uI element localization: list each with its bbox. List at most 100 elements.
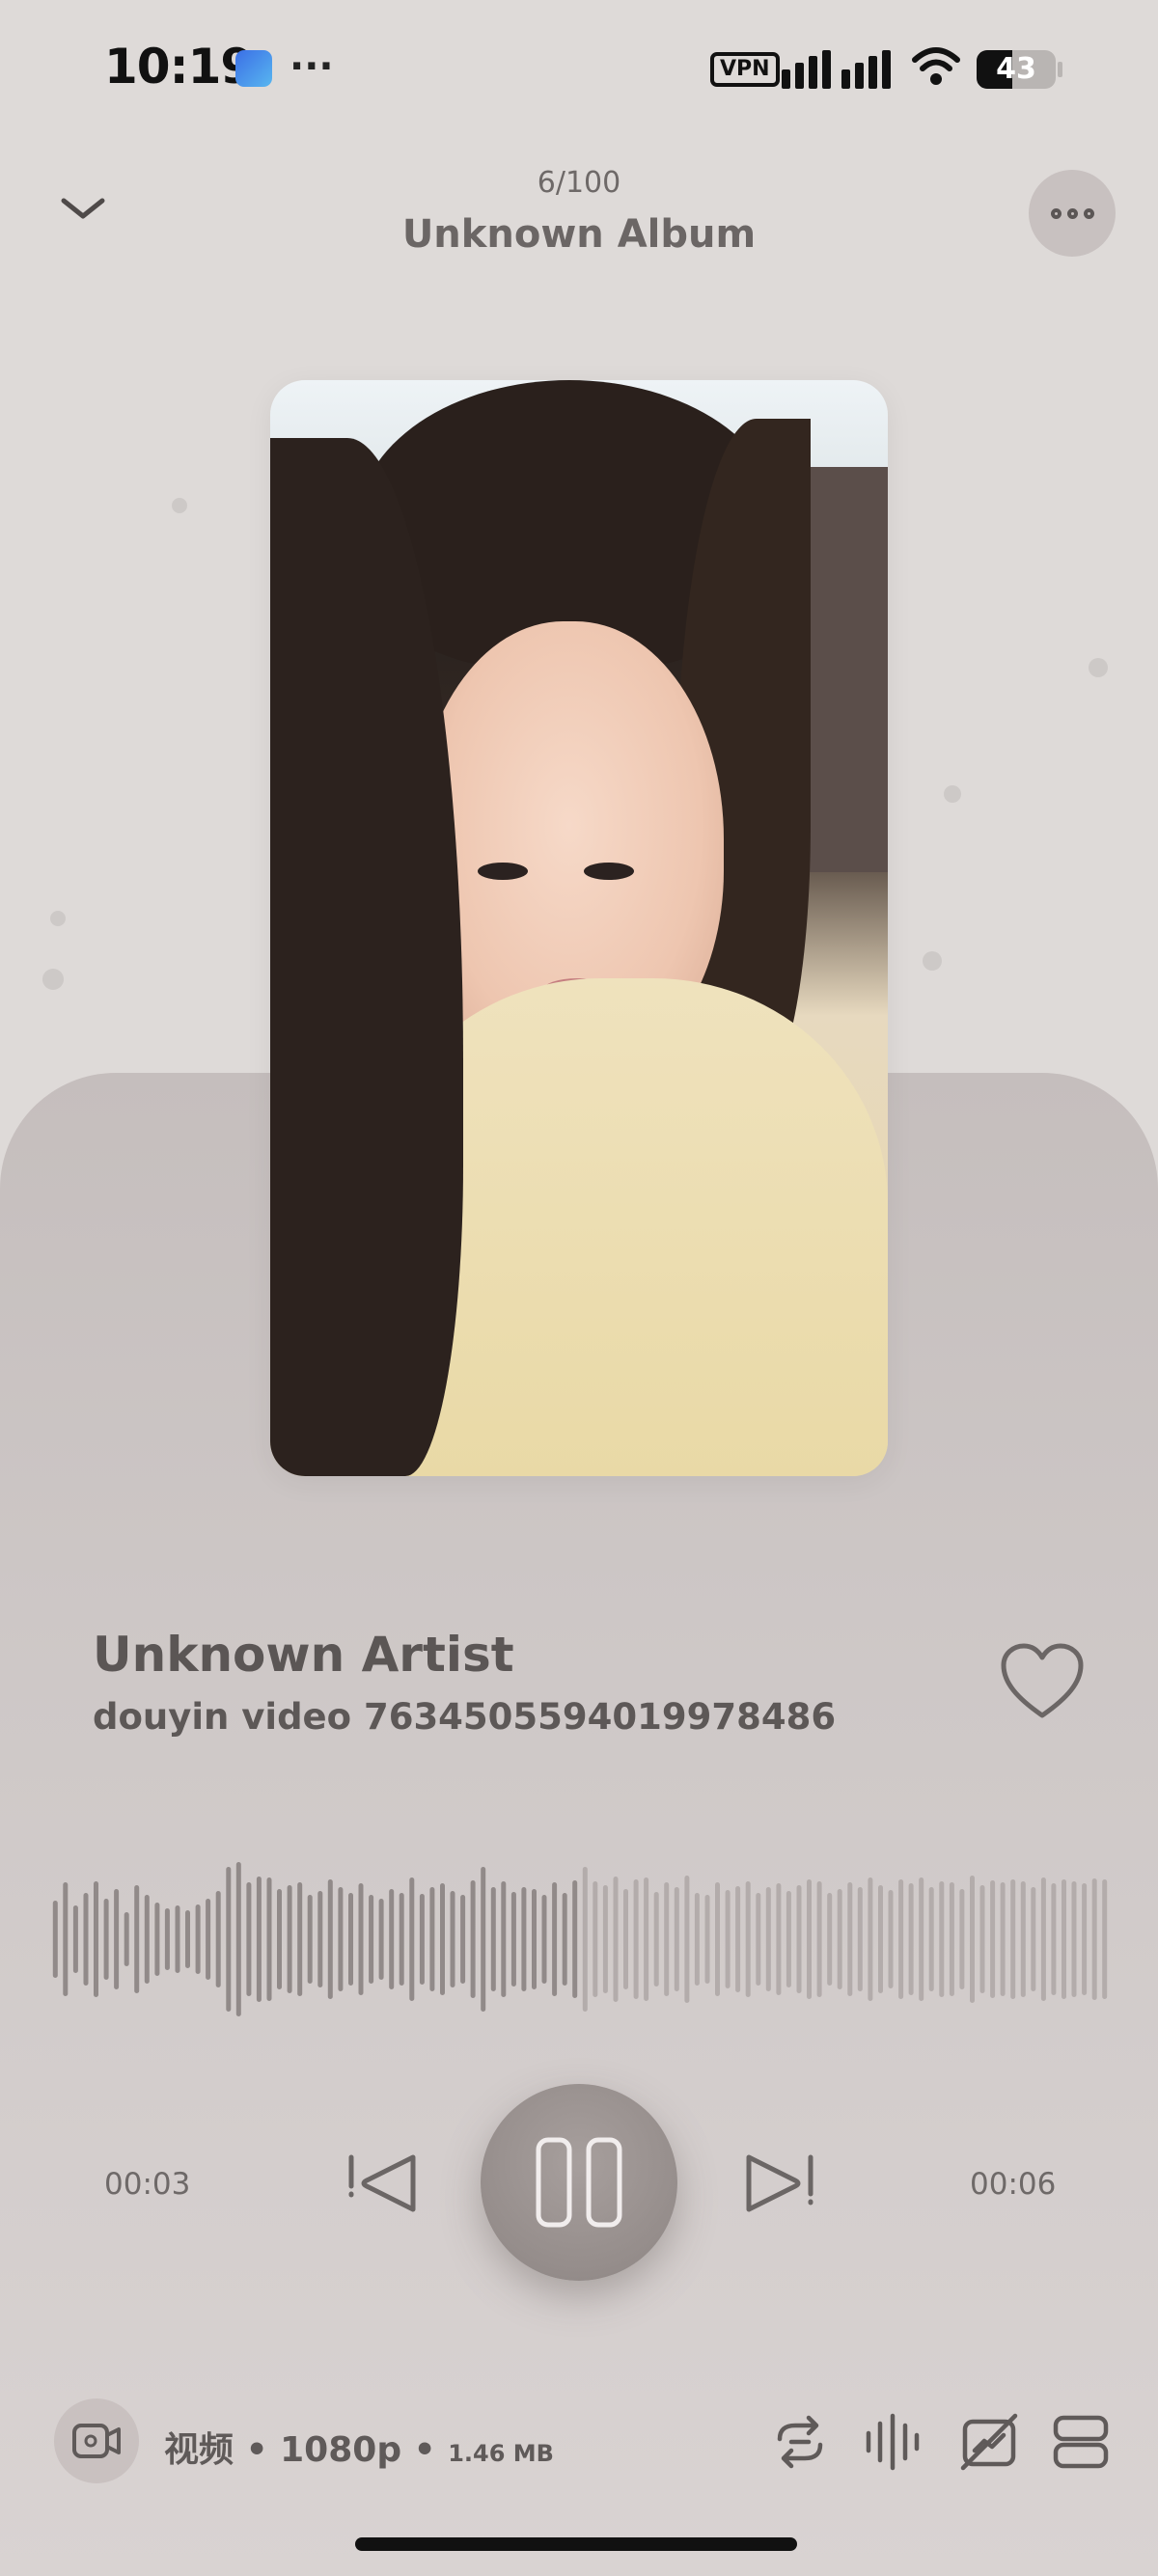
wifi-icon	[912, 47, 960, 85]
battery-tip	[1058, 62, 1062, 77]
waveform-bar	[297, 1882, 303, 1996]
current-time: 00:03	[104, 2167, 191, 2202]
waveform-bar	[572, 1880, 578, 1998]
waveform-bar	[807, 1879, 812, 1999]
waveform-bar	[786, 1891, 791, 1987]
previous-icon[interactable]	[344, 2150, 421, 2217]
waveform-bar	[1062, 1879, 1066, 1999]
pause-icon	[536, 2137, 622, 2228]
waveform-bar	[490, 1887, 496, 1991]
pause-button[interactable]	[481, 2084, 677, 2281]
waveform-bar	[154, 1903, 160, 1976]
waveform-bar	[1091, 1878, 1097, 2000]
waveform-bar	[776, 1883, 782, 1995]
waveform-bar	[898, 1879, 904, 1999]
waveform-bar	[1040, 1877, 1046, 2001]
waveform-bar	[1071, 1881, 1077, 1997]
waveform-bar	[277, 1889, 282, 1989]
waveform-bar	[256, 1877, 262, 2002]
waveform-bar	[409, 1877, 415, 2001]
waveform-bar	[959, 1889, 965, 1989]
waveform-bar	[1010, 1879, 1016, 1999]
equalizer-icon[interactable]	[863, 2412, 923, 2472]
waveform-bar	[440, 1883, 445, 1995]
waveform-bar	[562, 1893, 567, 1986]
waveform-bar	[481, 1867, 486, 2012]
waveform-bar	[928, 1887, 934, 1991]
waveform-bar	[369, 1895, 374, 1984]
waveform-bar	[990, 1880, 996, 1998]
waveform-bar	[623, 1889, 628, 1989]
waveform-bar	[134, 1885, 140, 1993]
waveform-bar	[888, 1890, 894, 1988]
waveform-bar	[756, 1893, 761, 1986]
waveform-bar	[1102, 1879, 1108, 1999]
waveform-bar	[175, 1905, 180, 1973]
vpn-badge: VPN	[710, 52, 780, 87]
waveform-bar	[521, 1887, 527, 1991]
waveform-bar	[837, 1889, 842, 1989]
waveform-bar	[644, 1877, 649, 2001]
cellular-signal-icon	[782, 48, 891, 89]
waveform-bar	[582, 1867, 588, 2012]
waveform-bar	[939, 1881, 945, 1997]
more-options-button[interactable]	[1029, 170, 1116, 257]
waveform-bar	[307, 1895, 313, 1984]
waveform-bar	[94, 1881, 98, 1997]
battery-icon: 43	[977, 50, 1056, 89]
waveform-bar	[124, 1912, 129, 1966]
waveform-bar	[684, 1876, 690, 2003]
media-info: 视频 • 1080p • 1.46 MB	[164, 2422, 554, 2472]
waveform-bar	[470, 1880, 476, 1998]
waveform-bar	[541, 1895, 547, 1984]
media-size: 1.46 MB	[448, 2440, 554, 2467]
waveform-bar	[674, 1887, 679, 1991]
waveform-bar	[970, 1876, 975, 2003]
media-format: 视频	[164, 2430, 234, 2470]
waveform-bar	[1020, 1881, 1026, 1997]
waveform-bar	[266, 1877, 272, 2001]
waveform-bar	[510, 1892, 516, 1987]
waveform-bar	[195, 1905, 201, 1974]
more-dots-icon	[1083, 207, 1094, 219]
waveform-bar	[52, 1901, 58, 1978]
queue-icon[interactable]	[1052, 2412, 1110, 2472]
waveform-bar	[103, 1899, 109, 1980]
lyrics-off-icon[interactable]	[959, 2412, 1019, 2472]
waveform-bar	[919, 1877, 924, 2001]
waveform-bar	[868, 1877, 873, 2001]
more-dots-icon	[1050, 207, 1062, 219]
decor-dot	[944, 785, 961, 803]
waveform-bar	[144, 1895, 150, 1984]
video-icon	[72, 2424, 121, 2458]
media-quality: 1080p	[280, 2430, 402, 2470]
video-mode-button[interactable]	[54, 2398, 139, 2483]
waveform-bar	[378, 1899, 384, 1980]
decor-dot	[923, 951, 942, 971]
home-indicator[interactable]	[355, 2537, 797, 2551]
track-counter: 6/100	[537, 166, 621, 200]
app-notification-icon	[235, 50, 272, 87]
decor-dot	[50, 911, 66, 926]
repeat-icon[interactable]	[770, 2412, 830, 2472]
song-title: douyin video 7634505594019978486	[93, 1696, 837, 1738]
decor-dot	[1089, 658, 1108, 677]
more-dots-icon	[1066, 207, 1078, 219]
waveform-bar	[593, 1881, 598, 1997]
waveform-bar	[338, 1887, 344, 1991]
total-time: 00:06	[970, 2167, 1057, 2202]
waveform-scrubber[interactable]	[50, 1862, 1110, 2016]
waveform-bar	[532, 1889, 537, 1989]
heart-icon[interactable]	[998, 1640, 1087, 1721]
waveform-bar	[613, 1877, 619, 2002]
next-icon[interactable]	[741, 2150, 818, 2217]
status-time: 10:19	[104, 39, 254, 95]
waveform-bar	[114, 1889, 120, 1989]
waveform-bar	[949, 1882, 954, 1996]
cover-art	[270, 380, 888, 1476]
waveform-bar	[857, 1887, 863, 1991]
waveform-bar	[1082, 1883, 1088, 1995]
waveform-bar	[450, 1891, 455, 1987]
waveform-bar	[633, 1879, 639, 1999]
waveform-bar	[399, 1893, 404, 1986]
